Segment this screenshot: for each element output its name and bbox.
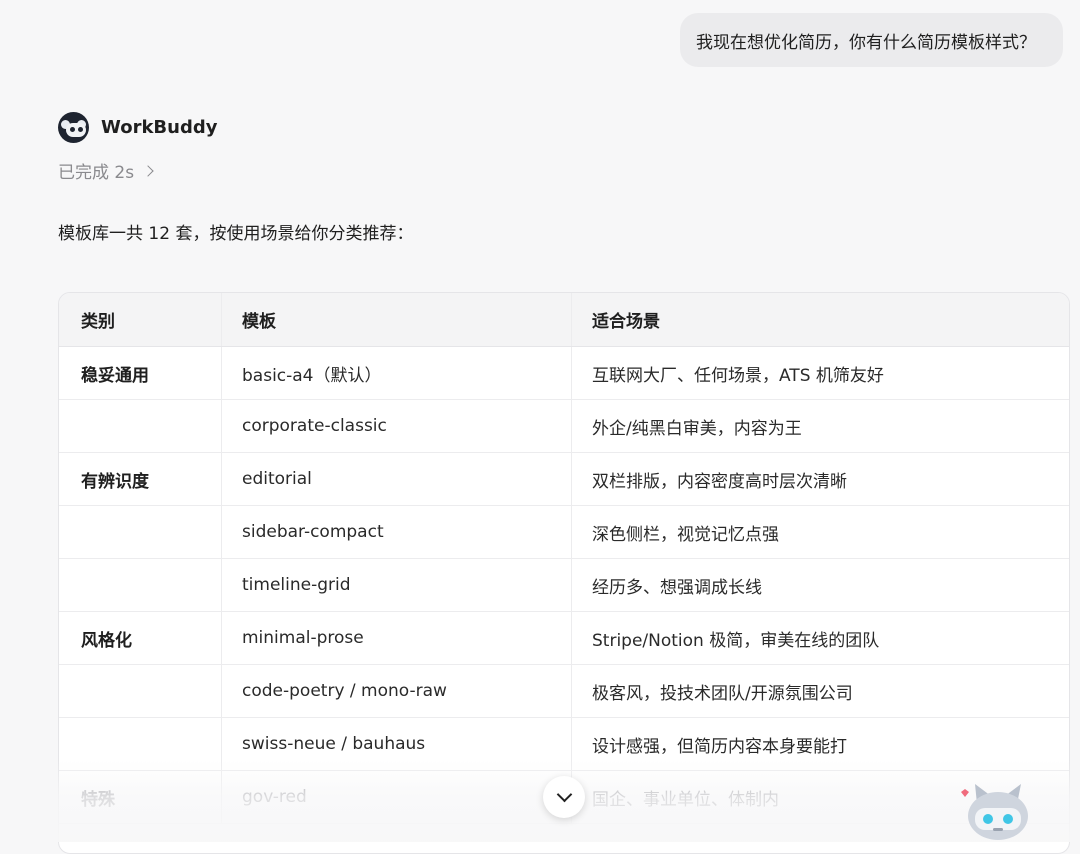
category-cell (59, 559, 222, 611)
table-row: sidebar-compact 深色侧栏，视觉记忆点强 (59, 506, 1069, 559)
table-row: code-poetry / mono-raw 极客风，投技术团队/开源氛围公司 (59, 665, 1069, 718)
table-row: 有辨识度 editorial 双栏排版，内容密度高时层次清晰 (59, 453, 1069, 506)
user-message-text: 我现在想优化简历，你有什么简历模板样式？ (696, 32, 1036, 53)
chevron-right-icon (142, 164, 154, 177)
header-template: 模板 (222, 293, 572, 346)
scene-cell: 极客风，投技术团队/开源氛围公司 (592, 683, 853, 704)
scroll-to-bottom-button[interactable] (543, 776, 585, 818)
category-cell: 稳妥通用 (59, 347, 222, 399)
template-table: 类别 模板 适合场景 稳妥通用 basic-a4（默认） 互联网大厂、任何场景，… (58, 292, 1070, 854)
table-row: timeline-grid 经历多、想强调成长线 (59, 559, 1069, 612)
template-cell: minimal-prose (222, 612, 572, 664)
user-message-bubble: 我现在想优化简历，你有什么简历模板样式？ (680, 13, 1063, 67)
table-row: swiss-neue / bauhaus 设计感强，但简历内容本身要能打 (59, 718, 1069, 771)
scene-cell: 双栏排版，内容密度高时层次清晰 (592, 471, 847, 492)
template-cell: corporate-classic (222, 400, 572, 452)
header-scene: 适合场景 (592, 312, 660, 332)
table-row: 稳妥通用 basic-a4（默认） 互联网大厂、任何场景，ATS 机筛友好 (59, 347, 1069, 400)
scene-cell: 深色侧栏，视觉记忆点强 (592, 524, 779, 545)
scene-cell: 设计感强，但简历内容本身要能打 (592, 736, 847, 757)
scene-cell: 外企/纯黑白审美，内容为王 (592, 418, 802, 439)
template-cell: basic-a4（默认） (222, 347, 572, 399)
assistant-header: WorkBuddy (58, 112, 217, 143)
scene-cell: Stripe/Notion 极简，审美在线的团队 (592, 630, 880, 651)
category-cell (59, 718, 222, 770)
assistant-name: WorkBuddy (101, 117, 218, 138)
table-row: corporate-classic 外企/纯黑白审美，内容为王 (59, 400, 1069, 453)
template-cell: code-poetry / mono-raw (222, 665, 572, 717)
template-cell: editorial (222, 453, 572, 505)
robot-cat-mascot-icon[interactable] (955, 778, 1040, 842)
category-cell (59, 400, 222, 452)
template-cell: gov-red (222, 771, 572, 823)
category-cell: 风格化 (59, 612, 222, 664)
template-cell: timeline-grid (222, 559, 572, 611)
template-cell: swiss-neue / bauhaus (222, 718, 572, 770)
raccoon-avatar-icon (58, 112, 89, 143)
category-cell: 有辨识度 (59, 453, 222, 505)
scene-cell: 互联网大厂、任何场景，ATS 机筛友好 (592, 365, 884, 386)
assistant-intro-text: 模板库一共 12 套，按使用场景给你分类推荐： (58, 224, 414, 244)
table-header-row: 类别 模板 适合场景 (59, 293, 1069, 347)
chevron-down-icon (556, 786, 572, 803)
header-category: 类别 (59, 293, 222, 346)
completion-status-text: 已完成 2s (58, 163, 135, 183)
category-cell (59, 665, 222, 717)
completion-status-toggle[interactable]: 已完成 2s (58, 158, 154, 183)
scene-cell: 经历多、想强调成长线 (592, 577, 762, 598)
category-cell (59, 506, 222, 558)
template-cell: sidebar-compact (222, 506, 572, 558)
category-cell: 特殊 (59, 771, 222, 823)
table-row: 风格化 minimal-prose Stripe/Notion 极简，审美在线的… (59, 612, 1069, 665)
